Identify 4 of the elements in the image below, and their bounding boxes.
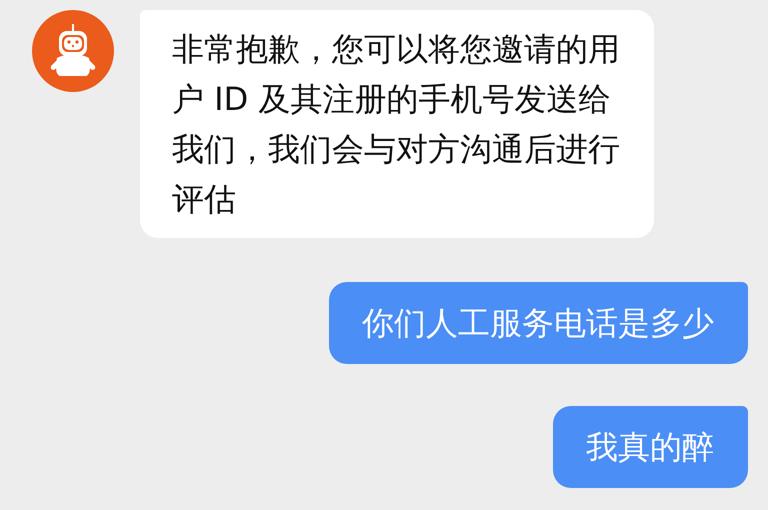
robot-avatar-icon xyxy=(32,10,114,92)
message-bubble: 你们人工服务电话是多少 xyxy=(329,282,748,364)
message-bubble: 我真的醉 xyxy=(553,406,748,488)
message-bubble: 非常抱歉，您可以将您邀请的用户 ID 及其注册的手机号发送给我们，我们会与对方沟通后进行评估 xyxy=(140,10,654,238)
